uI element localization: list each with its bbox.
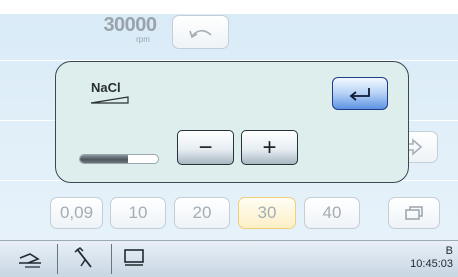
preset-label: 10 (128, 203, 148, 222)
window-icon (405, 206, 423, 220)
increase-button[interactable]: + (241, 130, 298, 165)
tab-tool[interactable] (60, 242, 108, 274)
enter-button[interactable] (332, 77, 388, 110)
handpiece-icon (19, 253, 41, 268)
tab-monitor[interactable] (114, 242, 154, 274)
undo-arrow-icon (188, 29, 212, 39)
preset-button-0-09[interactable]: 0,09 (50, 197, 103, 229)
status-time: 10:45:03 (410, 258, 453, 270)
status-clock: B 10:45:03 (410, 245, 453, 271)
status-letter: B (445, 245, 453, 257)
window-button[interactable] (388, 197, 440, 229)
tab-divider (111, 244, 112, 274)
speed-readout: 30000 rpm (100, 14, 160, 44)
nacl-level-fill (80, 155, 129, 163)
preset-button-20[interactable]: 20 (174, 197, 230, 229)
preset-button-40[interactable]: 40 (304, 197, 360, 229)
enter-return-icon (349, 87, 370, 101)
nacl-dialog: NaCl − + (55, 61, 409, 183)
preset-label: 0,09 (59, 203, 94, 222)
nacl-label: NaCl (91, 80, 121, 95)
preset-label: 20 (192, 203, 212, 222)
tab-divider (57, 244, 58, 274)
tool-icon (74, 246, 92, 268)
plus-sign: + (262, 133, 277, 161)
preset-button-30[interactable]: 30 (238, 197, 296, 229)
ramp-icon (90, 96, 129, 104)
screen: 30000 rpm 0,09 10 20 30 40 NaCl − + B 10… (0, 0, 458, 277)
preset-label: 30 (257, 203, 277, 222)
nacl-level-bar[interactable] (79, 154, 159, 164)
speed-unit: rpm (136, 35, 150, 44)
minus-sign: − (198, 133, 213, 161)
preset-label: 40 (322, 203, 342, 222)
undo-button[interactable] (172, 15, 229, 49)
tab-handpiece[interactable] (6, 242, 54, 274)
preset-button-10[interactable]: 10 (110, 197, 166, 229)
monitor-icon (124, 249, 144, 266)
speed-value: 30000 (103, 14, 157, 36)
decrease-button[interactable]: − (177, 130, 234, 165)
